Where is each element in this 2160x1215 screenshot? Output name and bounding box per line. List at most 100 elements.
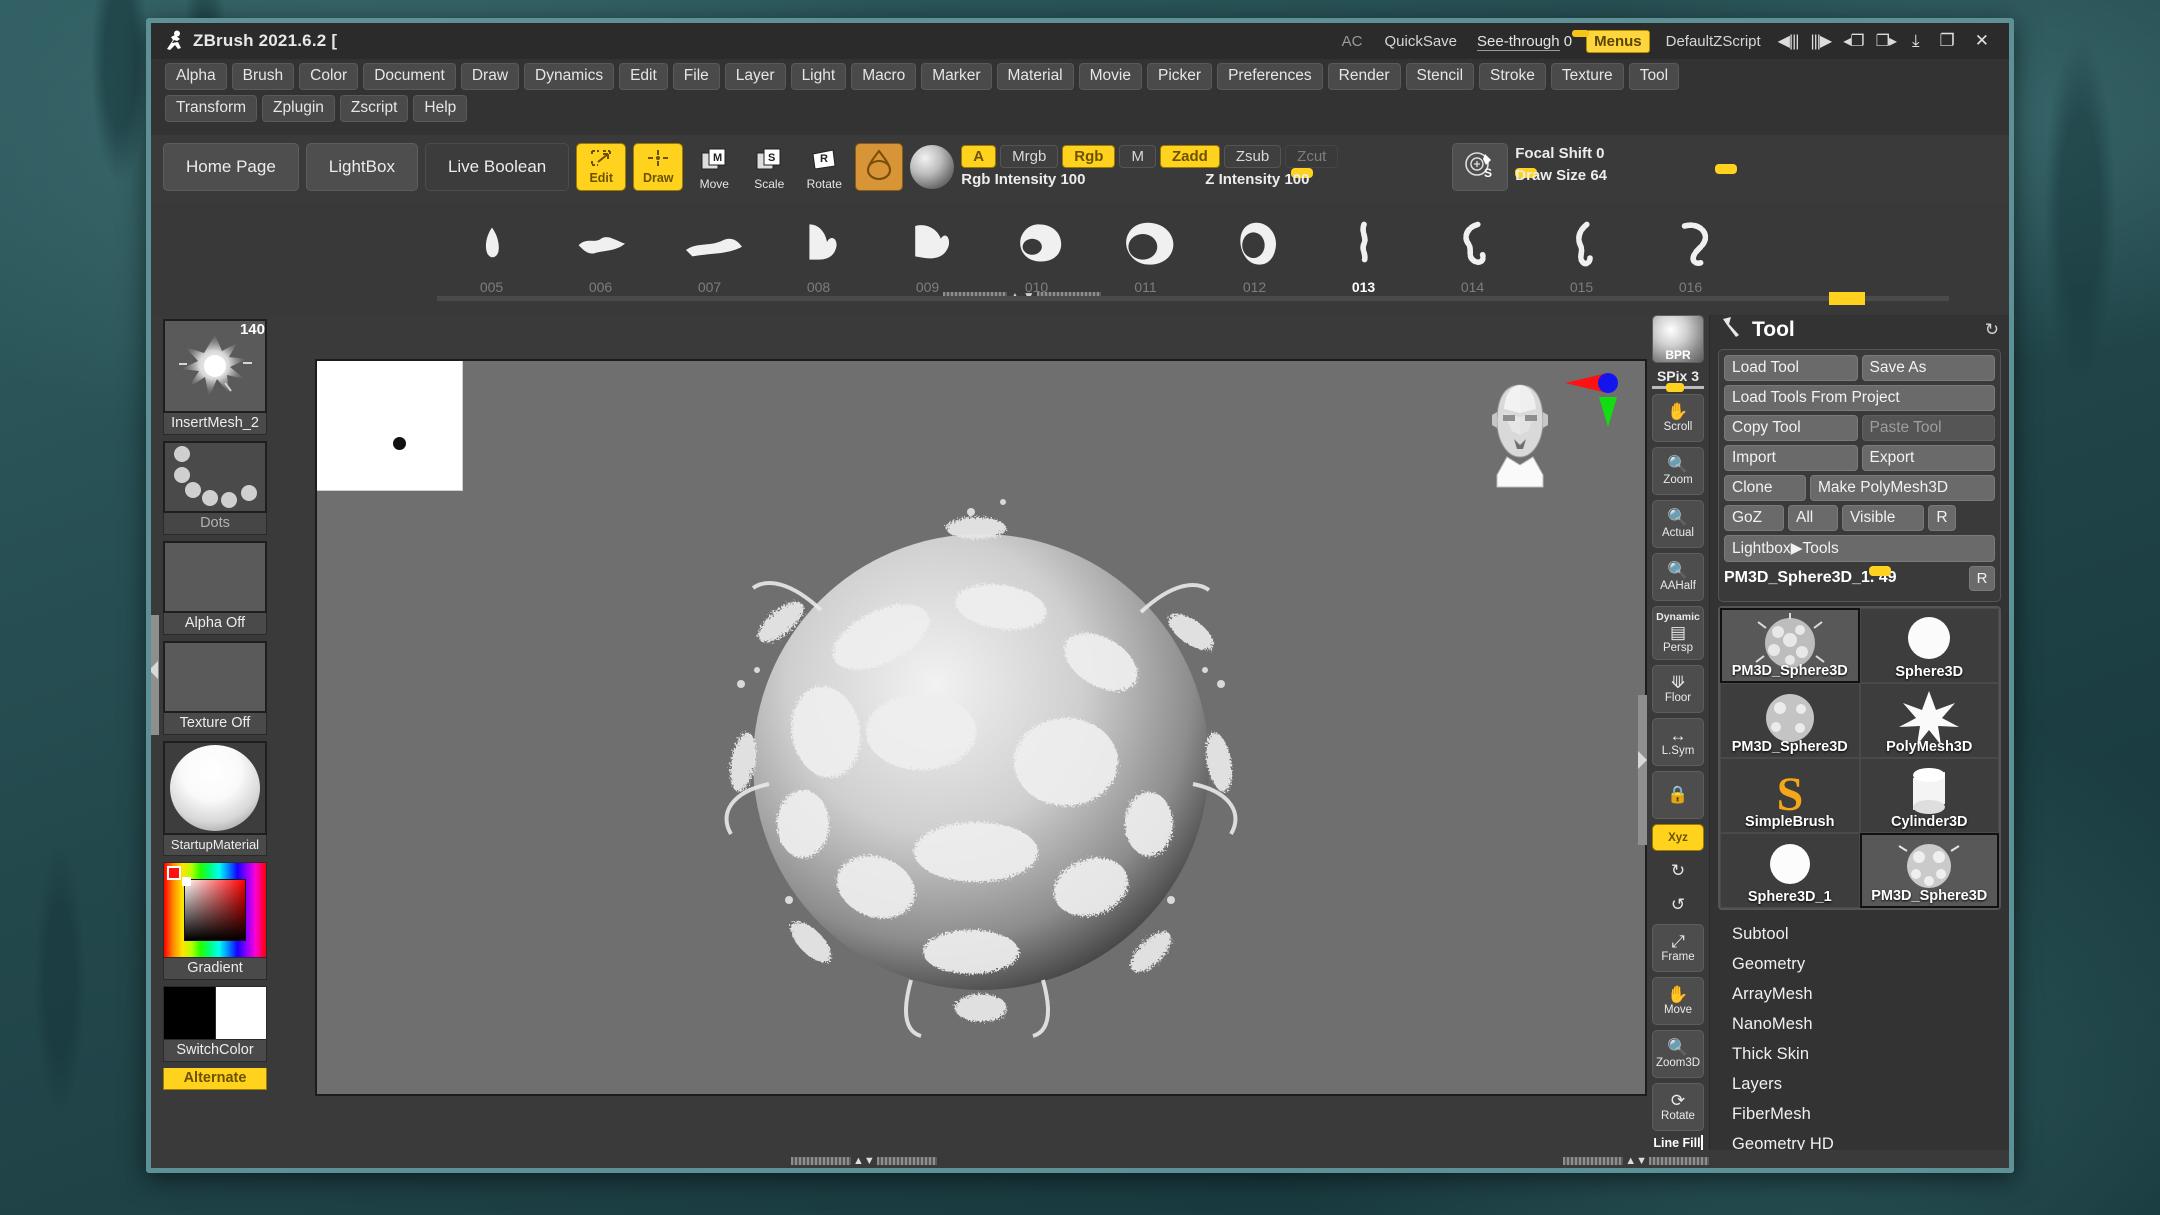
see-through-knob[interactable] [1572, 30, 1589, 37]
alpha-item-016[interactable]: 016 [1636, 203, 1745, 295]
menus-toggle[interactable]: Menus [1586, 30, 1650, 53]
alternate-button[interactable]: Alternate [163, 1068, 269, 1090]
alpha-item-007[interactable]: 007 [655, 203, 764, 295]
close-icon[interactable]: ✕ [1965, 31, 1999, 51]
menu-item-stencil[interactable]: Stencil [1406, 63, 1475, 90]
canvas-collapse-handle[interactable] [1638, 695, 1647, 845]
goz-button[interactable]: GoZ [1724, 505, 1784, 531]
current-brush-button[interactable] [855, 143, 903, 191]
primary-color-swatch[interactable] [164, 987, 215, 1039]
switch-color-group[interactable]: SwitchColor [163, 986, 269, 1062]
menu-item-macro[interactable]: Macro [851, 63, 916, 90]
live-boolean-button[interactable]: Live Boolean [425, 143, 569, 191]
menu-item-marker[interactable]: Marker [921, 63, 991, 90]
alpha-item-010[interactable]: 010 [982, 203, 1091, 295]
menu-item-edit[interactable]: Edit [619, 63, 668, 90]
alpha-thumbnail[interactable] [163, 541, 267, 613]
spix-slider[interactable]: SPix 3 [1652, 368, 1704, 389]
tool-thumb-pm3d-sphere3d-0[interactable]: PM3D_Sphere3D [1720, 608, 1860, 683]
import-button[interactable]: Import [1724, 445, 1858, 471]
spix-knob[interactable] [1666, 383, 1684, 392]
alpha-item-006[interactable]: 006 [546, 203, 655, 295]
move-button[interactable]: M Move [690, 143, 738, 191]
rgb-intensity-slider[interactable]: Rgb Intensity 100 [961, 171, 1201, 189]
menu-item-render[interactable]: Render [1328, 63, 1401, 90]
save-as-button[interactable]: Save As [1862, 355, 1996, 381]
copy-tool-button[interactable]: Copy Tool [1724, 415, 1858, 441]
menu-item-brush[interactable]: Brush [232, 63, 295, 90]
rail-frame-button[interactable]: ⤢Frame [1652, 924, 1704, 972]
minimize-icon[interactable]: ⤓ [1902, 31, 1930, 51]
rail-move-button[interactable]: ✋Move [1652, 977, 1704, 1025]
layout-prev-icon[interactable]: ◂❐ [1837, 31, 1869, 51]
sculpted-sphere-model[interactable] [671, 432, 1291, 1052]
switch-color-label[interactable]: SwitchColor [163, 1040, 267, 1062]
quicksave-button[interactable]: QuickSave [1373, 33, 1468, 50]
alpha-item-008[interactable]: 008 [764, 203, 873, 295]
alpha-selector[interactable]: Alpha Off [163, 541, 269, 635]
clone-button[interactable]: Clone [1724, 475, 1806, 501]
menu-item-stroke[interactable]: Stroke [1479, 63, 1546, 90]
menu-item-layer[interactable]: Layer [725, 63, 786, 90]
make-polymesh3d-button[interactable]: Make PolyMesh3D [1810, 475, 1995, 501]
focal-shift-slider[interactable]: Focal Shift 0 [1515, 145, 1695, 163]
lightbox-button[interactable]: LightBox [306, 143, 418, 191]
secondary-color-swatch[interactable] [215, 987, 267, 1039]
refresh-icon[interactable]: ↻ [1985, 320, 1999, 340]
alpha-item-014[interactable]: 014 [1418, 203, 1527, 295]
mode-zadd-button[interactable]: Zadd [1160, 145, 1220, 168]
scrollbar-thumb[interactable] [1829, 292, 1865, 305]
axis-gizmo-icon[interactable] [1563, 371, 1619, 443]
home-page-button[interactable]: Home Page [163, 143, 299, 191]
menu-item-transform[interactable]: Transform [165, 95, 257, 122]
rotate-button[interactable]: R Rotate [800, 143, 848, 191]
bpr-render-button[interactable]: BPR [1652, 315, 1704, 363]
mode-a-button[interactable]: A [961, 145, 996, 168]
scroll-left-icon[interactable]: ◀||| [1772, 31, 1805, 51]
current-material-icon[interactable] [910, 145, 954, 189]
lightbox-tools-button[interactable]: Lightbox▶Tools [1724, 535, 1995, 562]
menu-item-document[interactable]: Document [363, 63, 456, 90]
menu-item-movie[interactable]: Movie [1079, 63, 1142, 90]
color-marker-inner[interactable] [182, 877, 191, 886]
color-swatch-pair[interactable] [163, 986, 267, 1040]
current-tool-knob[interactable] [1869, 566, 1891, 576]
menu-item-picker[interactable]: Picker [1147, 63, 1212, 90]
export-button[interactable]: Export [1862, 445, 1996, 471]
color-picker-swatch[interactable] [163, 862, 267, 958]
alpha-item-009[interactable]: 009 [873, 203, 982, 295]
stroke-picker-button[interactable]: S [1452, 143, 1508, 191]
current-tool-slider[interactable]: PM3D_Sphere3D_1. 49 [1724, 569, 1965, 587]
bottom-resize-handle[interactable]: ▲▼ [791, 1155, 937, 1167]
current-tool-r-button[interactable]: R [1969, 566, 1995, 591]
texture-selector[interactable]: Texture Off [163, 641, 269, 735]
rail-zoom3d-button[interactable]: 🔍Zoom3D [1652, 1030, 1704, 1078]
rail-zoom-button[interactable]: 🔍Zoom [1652, 447, 1704, 495]
alpha-item-013[interactable]: 013 [1309, 203, 1418, 295]
line-fill-button[interactable]: Line Fill [1652, 1136, 1704, 1150]
goz-all-button[interactable]: All [1788, 505, 1838, 531]
subpalette-geometry[interactable]: Geometry [1732, 950, 2009, 980]
menu-item-zscript[interactable]: Zscript [340, 95, 409, 122]
draw-size-knob[interactable] [1715, 164, 1737, 174]
see-through-slider[interactable]: See-through 0 [1468, 31, 1581, 51]
subpalette-subtool[interactable]: Subtool [1732, 920, 2009, 950]
tool-thumb-sphere3d-1[interactable]: Sphere3D [1860, 608, 2000, 683]
stroke-selector[interactable]: Dots [163, 441, 269, 535]
rail-scroll-button[interactable]: ✋Scroll [1652, 394, 1704, 442]
xyz-button[interactable]: Xyz [1652, 824, 1704, 851]
load-tool-button[interactable]: Load Tool [1724, 355, 1858, 381]
mode-m-button[interactable]: M [1119, 145, 1156, 168]
tool-thumb-cylinder3d-5[interactable]: Cylinder3D [1860, 758, 2000, 833]
rail-rotate-button[interactable]: ⟳Rotate [1652, 1083, 1704, 1131]
edit-button[interactable]: Edit [576, 143, 626, 191]
subpalette-geometry-hd[interactable]: Geometry HD [1732, 1130, 2009, 1150]
rail-persp-button[interactable]: Dynamic▤Persp [1652, 606, 1704, 660]
menu-item-help[interactable]: Help [413, 95, 467, 122]
alpha-item-015[interactable]: 015 [1527, 203, 1636, 295]
menu-item-draw[interactable]: Draw [461, 63, 519, 90]
mode-mrgb-button[interactable]: Mrgb [1000, 145, 1058, 168]
rail-transparency-button[interactable]: 🔒 [1652, 771, 1704, 819]
tool-thumb-sphere3d-1-6[interactable]: Sphere3D_1 [1720, 833, 1860, 908]
bottom-right-resize-handle[interactable]: ▲▼ [1563, 1155, 1709, 1167]
